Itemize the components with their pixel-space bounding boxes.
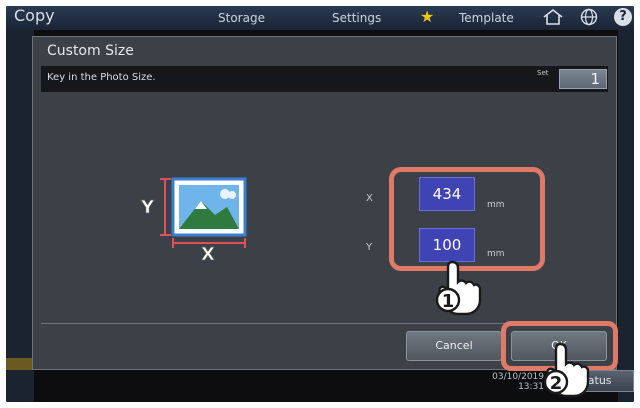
hand-pointer-step-1-icon: 1 [435, 260, 482, 316]
star-icon[interactable]: ★ [420, 7, 434, 26]
tab-template[interactable]: Template [459, 11, 514, 25]
top-bar: Copy Storage Settings ★ Template ? [6, 6, 634, 30]
field-label-x: X [366, 193, 373, 204]
instruction-bar: Key in the Photo Size. Set 1 [41, 66, 608, 92]
instruction-text: Key in the Photo Size. [47, 72, 156, 83]
hand-pointer-step-2-icon: 2 [543, 342, 590, 398]
custom-size-dialog: Custom Size Key in the Photo Size. Set 1… [32, 36, 618, 371]
info-icon[interactable]: ? [614, 8, 632, 26]
cancel-button[interactable]: Cancel [406, 331, 502, 361]
step-2-number: 2 [550, 373, 563, 394]
clock-time: 13:31 [518, 382, 544, 392]
set-count-field[interactable]: 1 [559, 69, 607, 89]
home-icon[interactable] [542, 8, 564, 26]
photo-size-diagram: Y X [140, 177, 247, 262]
tab-settings[interactable]: Settings [332, 11, 381, 25]
underlay-panel-right [618, 30, 634, 402]
app-title: Copy [14, 6, 55, 25]
dialog-title: Custom Size [47, 43, 134, 59]
step-1-number: 1 [442, 291, 455, 312]
set-label: Set [537, 69, 549, 77]
diagram-label-x: X [201, 244, 215, 262]
tab-storage[interactable]: Storage [218, 11, 265, 25]
inputs-highlight-callout [389, 167, 545, 271]
globe-icon[interactable] [580, 8, 598, 26]
clock: 03/10/2019 13:31 [464, 372, 544, 392]
diagram-label-y: Y [140, 197, 155, 218]
underlay-panel-left [6, 30, 34, 402]
field-label-y: Y [366, 242, 373, 253]
clock-date: 03/10/2019 [492, 372, 544, 382]
